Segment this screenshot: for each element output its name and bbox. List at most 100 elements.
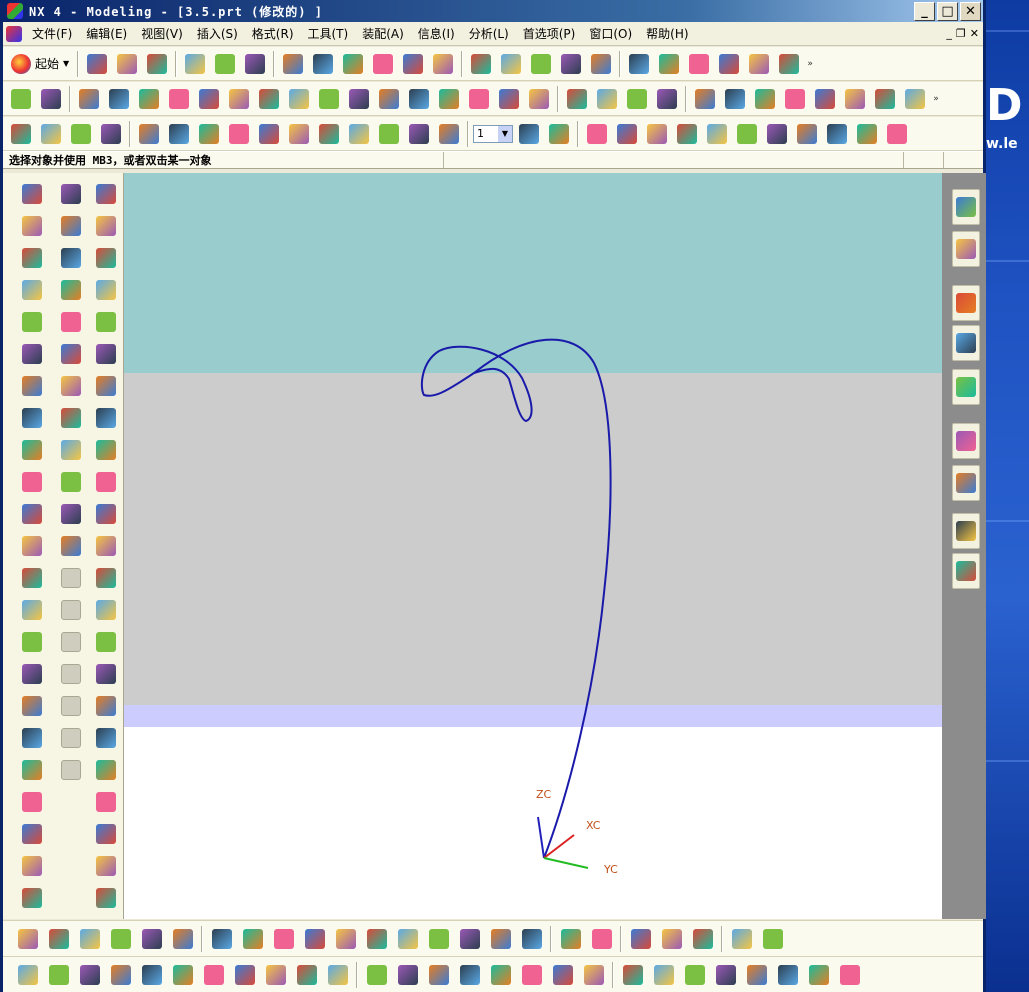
nx-menu-icon[interactable] [3,24,25,44]
fixture-icon[interactable] [137,960,166,990]
history-icon[interactable] [952,423,980,459]
edit-fillet-icon[interactable] [58,469,84,495]
groove-icon[interactable] [405,85,433,113]
patch-surface-icon[interactable] [93,725,119,751]
mold-icon[interactable] [711,960,740,990]
sheet-to-solid-icon[interactable] [93,885,119,911]
washer-icon[interactable] [424,960,453,990]
fit-icon[interactable] [279,50,307,78]
line-2-disabled-icon[interactable] [58,597,84,623]
chamfer-icon[interactable] [19,437,45,463]
edit-display-icon[interactable] [823,120,851,148]
shell-icon[interactable] [623,85,651,113]
mirror-icon[interactable] [751,85,779,113]
assembly-cut-icon[interactable] [556,924,585,954]
wcs-origin-icon[interactable] [613,120,641,148]
extract-icon[interactable] [871,85,899,113]
through-curves-icon[interactable] [345,120,373,148]
create-array-icon[interactable] [106,924,135,954]
work-layer-select[interactable]: 1 ▼ [473,124,513,143]
swept-icon[interactable] [93,373,119,399]
mate-component-icon[interactable] [207,924,236,954]
box-icon[interactable] [375,120,403,148]
part-navigator-icon[interactable] [952,231,980,267]
product-interface-icon[interactable] [688,924,717,954]
move-component-icon[interactable] [300,924,329,954]
face-blend-icon[interactable] [165,120,193,148]
rotate-icon[interactable] [369,50,397,78]
sphere-icon[interactable] [804,960,833,990]
pocket-icon[interactable] [315,85,343,113]
key-icon[interactable] [517,960,546,990]
title-bar[interactable]: NX 4 - Modeling - [3.5.prt (修改的) ] _ □ ✕ [3,0,983,22]
spline-icon[interactable] [19,597,45,623]
offset-face-icon[interactable] [653,85,681,113]
clamp-icon[interactable] [13,960,42,990]
start-button[interactable]: 起始 ▼ [7,51,73,77]
line-icon[interactable] [19,181,45,207]
bridge-icon[interactable] [255,120,283,148]
training-icon[interactable] [952,325,980,361]
top-view-icon[interactable] [527,50,555,78]
bounded-plane-icon[interactable] [93,821,119,847]
ring-icon[interactable] [393,960,422,990]
trim-corner-icon[interactable] [58,213,84,239]
n-sided-icon[interactable] [93,469,119,495]
toolbar-overflow-icon[interactable]: » [931,94,941,104]
new-component-icon[interactable] [44,924,73,954]
assembly-constraints-icon[interactable] [269,924,298,954]
save-icon[interactable] [143,50,171,78]
layer-visible-icon[interactable] [545,120,573,148]
foil-icon[interactable] [93,789,119,815]
intersect-icon[interactable] [67,120,95,148]
edge-blend-icon[interactable] [285,120,313,148]
web-browser-icon[interactable] [952,285,980,321]
menu-assemblies[interactable]: 装配(A) [355,25,411,42]
work-layer-icon[interactable] [515,120,543,148]
paste-icon[interactable] [241,50,269,78]
soft-blend-icon[interactable] [195,120,223,148]
hide-icon[interactable] [883,120,911,148]
display-wcs-icon[interactable] [763,120,791,148]
part-navigator-icon[interactable] [7,85,35,113]
protractor-icon[interactable] [715,50,743,78]
menu-file[interactable]: 文件(F) [25,25,79,42]
project-curve-icon[interactable] [19,757,45,783]
hide-view-icon[interactable] [486,924,515,954]
color-edit-icon[interactable] [793,120,821,148]
offset-icon[interactable] [58,437,84,463]
ruler-icon[interactable] [685,50,713,78]
tool-icon[interactable] [742,960,771,990]
copy-icon[interactable] [211,50,239,78]
cut-icon[interactable] [181,50,209,78]
through-curves-icon[interactable] [93,309,119,335]
mdi-close-button[interactable]: ✕ [970,27,979,40]
menu-preferences[interactable]: 首选项(P) [516,25,583,42]
line-disabled-icon[interactable] [58,565,84,591]
measure-angle-icon[interactable] [655,50,683,78]
feature-icon[interactable] [75,85,103,113]
offset-curve-icon[interactable] [19,693,45,719]
new-file-icon[interactable] [83,50,111,78]
knob-icon[interactable] [230,960,259,990]
system-materials-icon[interactable] [952,465,980,501]
spline-icon[interactable] [315,120,343,148]
menu-format[interactable]: 格式(R) [245,25,301,42]
rod-icon[interactable] [75,960,104,990]
bridge-surface-icon[interactable] [93,437,119,463]
roles-icon[interactable] [952,553,980,589]
wireframe-icon[interactable] [587,50,615,78]
pad-icon[interactable] [345,85,373,113]
chamfer-icon[interactable] [593,85,621,113]
divide-curve-icon[interactable] [58,245,84,271]
perspective-icon[interactable] [429,50,457,78]
zoom-icon[interactable] [339,50,367,78]
new-parent-icon[interactable] [75,924,104,954]
ruled-icon[interactable] [93,277,119,303]
graphics-viewport[interactable]: ZC XC YC [124,173,942,919]
arc-disabled-icon[interactable] [58,629,84,655]
gear-icon[interactable] [486,960,515,990]
fillet-surface-icon[interactable] [93,693,119,719]
enlarge-icon[interactable] [93,597,119,623]
assembly-navigator-icon[interactable] [952,189,980,225]
